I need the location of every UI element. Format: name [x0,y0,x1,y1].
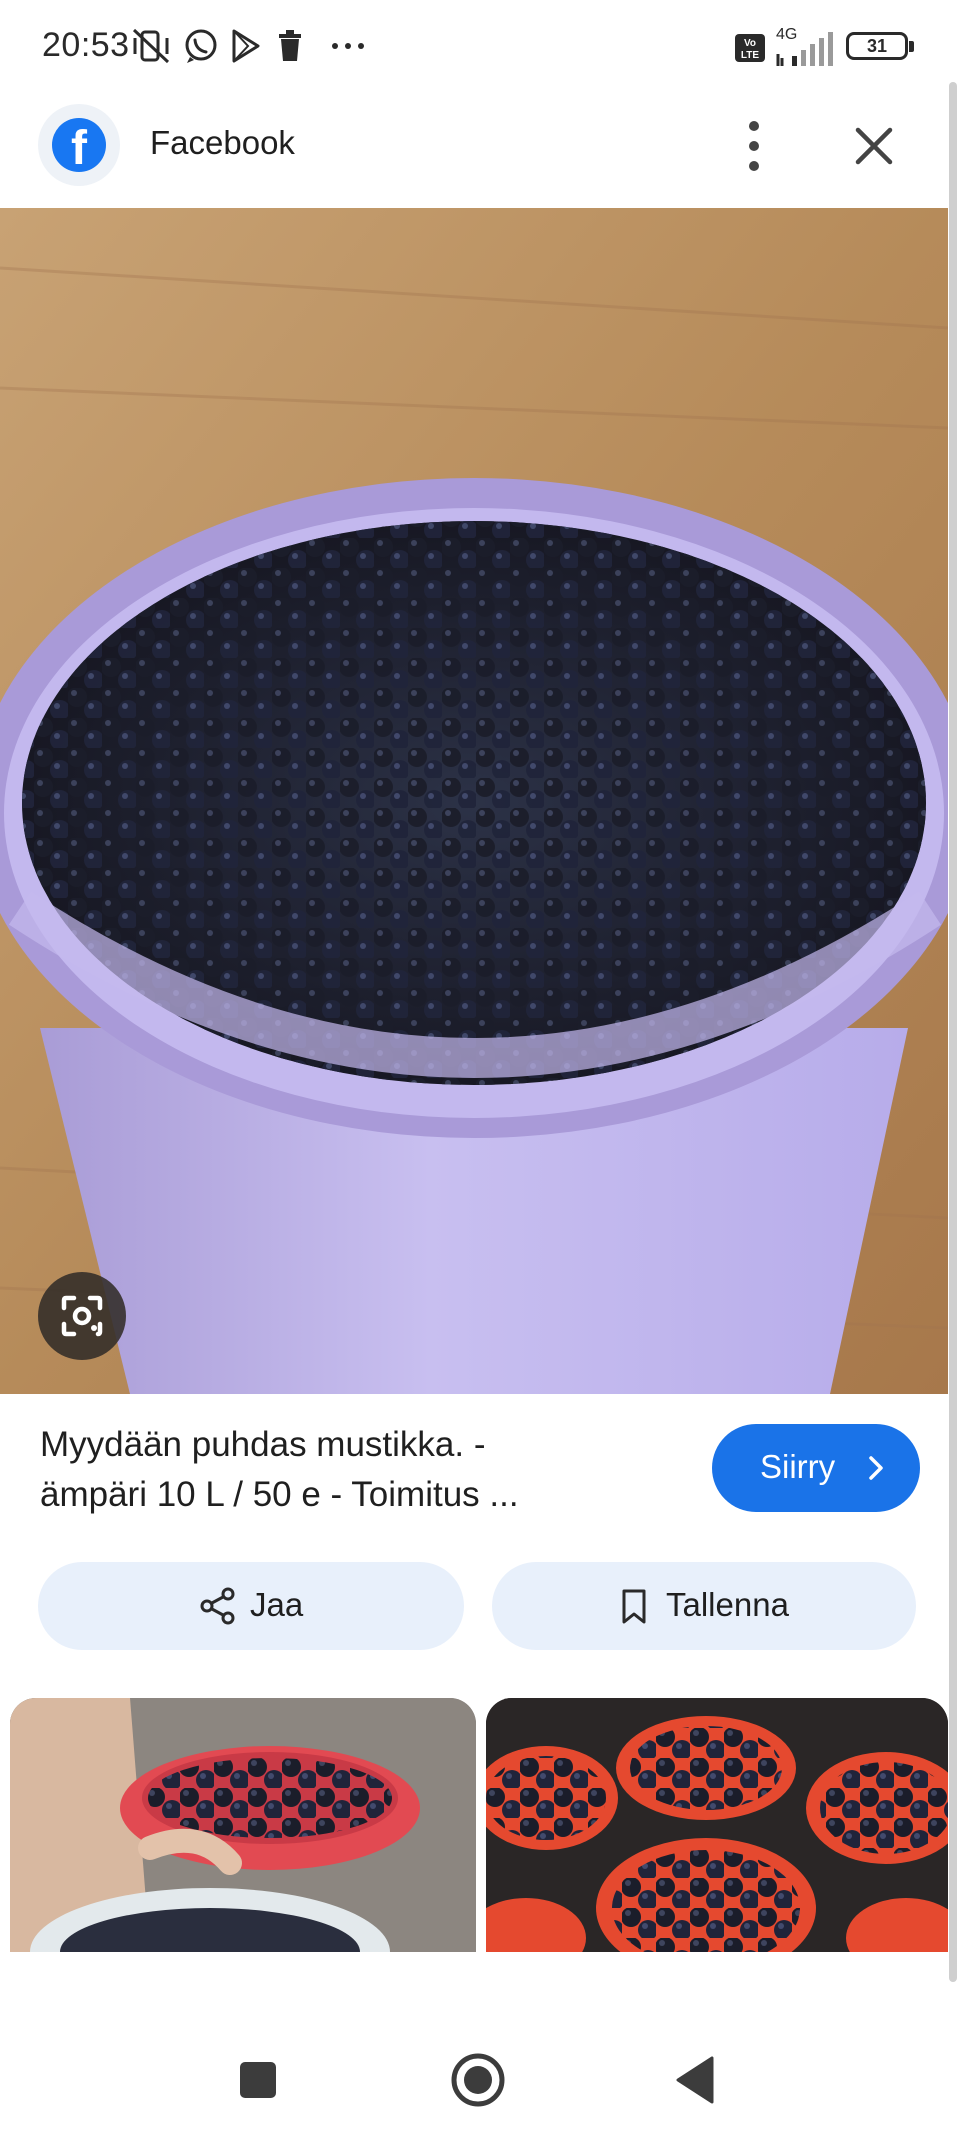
home-icon[interactable] [446,2048,510,2112]
source-logo[interactable]: f [38,104,120,186]
battery-icon: 31 [846,32,914,60]
more-notifications-icon [332,43,364,49]
source-title[interactable]: Facebook [150,124,295,162]
status-time: 20:53 [42,26,130,64]
berries-in-red-baskets-photo [486,1698,948,1952]
system-nav-bar [0,2000,960,2133]
battery-level: 31 [866,36,888,56]
visit-button-label: Siirry [760,1448,836,1485]
lens-icon [61,1295,103,1337]
mute-vibrate-icon [132,28,170,64]
main-image[interactable] [0,208,948,1394]
back-icon[interactable] [666,2048,730,2112]
visit-button[interactable]: Siirry [712,1424,920,1512]
image-viewer-header: f Facebook [0,96,960,208]
related-image-2[interactable] [486,1698,948,1952]
chevron-right-icon [869,1456,883,1480]
signal-icon [776,32,833,66]
image-caption[interactable]: Myydään puhdas mustikka. - ämpäri 10 L /… [40,1420,680,1520]
related-image-1[interactable] [10,1698,476,1952]
play-store-icon [232,29,260,63]
blueberry-bucket-photo [0,208,948,1394]
caption-line-1: Myydään puhdas mustikka. - [40,1425,486,1464]
share-button-label: Jaa [250,1586,304,1623]
trash-icon [279,30,301,61]
svg-text:LTE: LTE [741,50,759,61]
volte-icon: Vo LTE [735,34,765,62]
share-icon [200,1587,235,1625]
more-vert-icon[interactable] [728,116,780,176]
scrollbar[interactable] [949,82,957,1982]
close-icon[interactable] [844,116,904,176]
svg-text:Vo: Vo [744,38,756,49]
share-button[interactable]: Jaa [38,1562,464,1650]
lens-search-button[interactable] [38,1272,126,1360]
bookmark-icon [622,1589,646,1624]
berries-in-red-bowl-photo [10,1698,476,1952]
save-button-label: Tallenna [666,1586,789,1623]
status-bar: 20:53 Vo LTE 4G 31 [0,0,960,96]
save-button[interactable]: Tallenna [492,1562,916,1650]
facebook-logo-icon: f [52,118,106,172]
recent-apps-icon[interactable] [226,2048,290,2112]
caption-line-2: ämpäri 10 L / 50 e - Toimitus ... [40,1475,519,1514]
whatsapp-icon [185,29,217,63]
